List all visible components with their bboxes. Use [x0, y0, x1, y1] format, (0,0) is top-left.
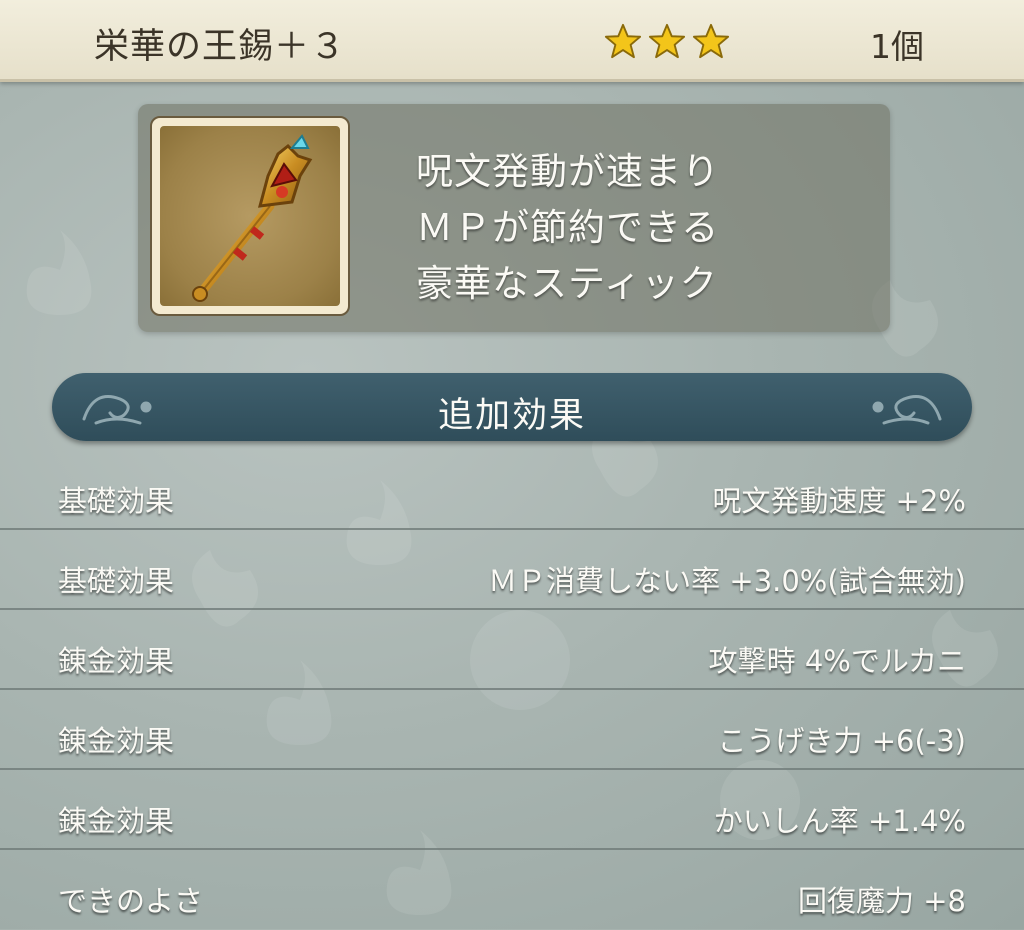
- item-header: 栄華の王錫＋３ 1個: [0, 0, 1024, 82]
- star-icon: [692, 23, 730, 59]
- description-line: 呪文発動が速まり: [416, 150, 720, 193]
- section-banner: 追加効果: [52, 373, 972, 441]
- scepter-icon: [192, 134, 313, 302]
- section-title: 追加効果: [437, 396, 586, 436]
- rarity-stars: [604, 22, 730, 60]
- effect-label: 錬金効果: [58, 804, 175, 838]
- effect-label: できのよさ: [58, 884, 204, 918]
- item-name: 栄華の王錫＋３: [94, 27, 347, 67]
- effect-row: 錬金効果 攻撃時 4%でルカニ: [0, 610, 1024, 690]
- item-description: 呪文発動が速まり ＭＰが節約できる 豪華なスティック: [416, 144, 720, 312]
- effect-row: 錬金効果 かいしん率 +1.4%: [0, 770, 1024, 850]
- effect-label: 基礎効果: [58, 484, 175, 518]
- effect-label: 錬金効果: [58, 724, 175, 758]
- effect-row: 錬金効果 こうげき力 +6(-3): [0, 690, 1024, 770]
- effect-label: 基礎効果: [58, 564, 175, 598]
- effect-value: 呪文発動速度 +2%: [712, 484, 966, 518]
- effect-row: 基礎効果 呪文発動速度 +2%: [0, 450, 1024, 530]
- effect-value: こうげき力 +6(-3): [717, 724, 966, 758]
- item-count: 1個: [870, 27, 924, 66]
- item-icon-frame: [150, 116, 350, 316]
- effect-label: 錬金効果: [58, 644, 175, 678]
- effect-value: 攻撃時 4%でルカニ: [708, 644, 966, 678]
- effect-value: ＭＰ消費しない率 +3.0%(試合無効): [488, 564, 966, 598]
- description-line: ＭＰが節約できる: [416, 206, 720, 249]
- effect-row: できのよさ 回復魔力 +8: [0, 850, 1024, 930]
- star-icon: [648, 23, 686, 59]
- star-icon: [604, 23, 642, 59]
- swirl-ornament-right-icon: [872, 395, 942, 425]
- effect-value: かいしん率 +1.4%: [713, 804, 966, 838]
- effect-value: 回復魔力 +8: [798, 884, 966, 918]
- description-line: 豪華なスティック: [416, 262, 718, 305]
- effect-row: 基礎効果 ＭＰ消費しない率 +3.0%(試合無効): [0, 530, 1024, 610]
- description-panel: 呪文発動が速まり ＭＰが節約できる 豪華なスティック: [138, 104, 890, 332]
